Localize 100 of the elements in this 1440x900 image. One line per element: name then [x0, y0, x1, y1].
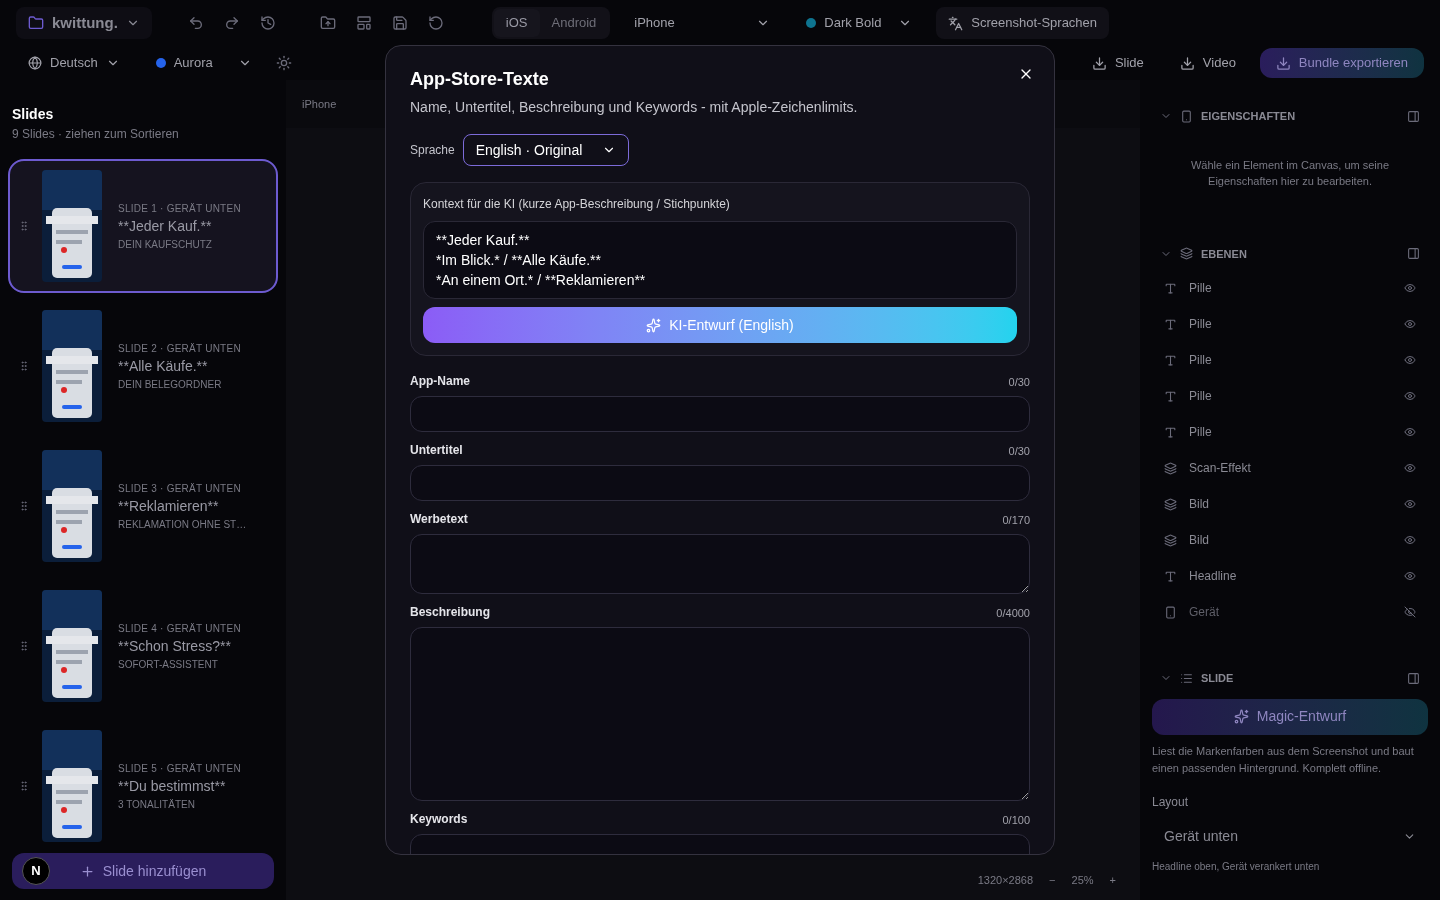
- section-title: EBENEN: [1201, 246, 1247, 262]
- eye-icon[interactable]: [1404, 354, 1416, 366]
- slide-title: **Jeder Kauf.**: [118, 216, 213, 236]
- panel-icon: [1407, 247, 1420, 261]
- platform-tab[interactable]: iOS: [493, 9, 540, 37]
- canvas-size: 1320×2868: [977, 872, 1034, 888]
- slide-meta: SLIDE 3 · GERÄT UNTEN: [118, 481, 242, 496]
- context-text-area[interactable]: **Jeder Kauf.** *Im Blick.* / **Alle Käufe.** *An einem Ort.* / **Reklamieren**: [423, 221, 1017, 299]
- languages-button[interactable]: Screenshot-Sprachen: [936, 7, 1110, 39]
- eye-icon[interactable]: [1404, 282, 1416, 294]
- undo-icon[interactable]: [187, 15, 204, 31]
- layout-select[interactable]: Gerät unten: [1152, 818, 1428, 855]
- bundle-export-button[interactable]: Bundle exportieren: [1259, 48, 1424, 78]
- magic-button[interactable]: Magic-Entwurf: [1152, 698, 1428, 735]
- slide-item[interactable]: SLIDE 1 · GERÄT UNTEN **Jeder Kauf.** DEIN KAUFSCHUTZ: [8, 159, 278, 293]
- layers-icon: [1180, 247, 1193, 261]
- text-icon: [1164, 389, 1177, 403]
- character-count: 0/30: [1008, 374, 1030, 390]
- slide-title: **Du bestimmst**: [118, 776, 227, 796]
- panel-icon: [1407, 109, 1420, 123]
- zoom-out-button[interactable]: −: [1049, 871, 1056, 889]
- context-label: Kontext für die KI (kurze App-Beschreibung / Stichpunkte): [423, 196, 731, 213]
- slide-meta: SLIDE 5 · GERÄT UNTEN: [118, 761, 241, 776]
- layer-label: Pille: [1189, 316, 1212, 333]
- slide-item[interactable]: SLIDE 4 · GERÄT UNTEN **Schon Stress?** SOFORT-ASSISTENT: [8, 579, 278, 713]
- device-label: iPhone: [302, 96, 337, 112]
- translate-icon: [948, 15, 964, 31]
- layer-item[interactable]: Pille: [1152, 270, 1428, 306]
- layer-item[interactable]: Pille: [1152, 378, 1428, 414]
- eye-icon[interactable]: [1404, 498, 1416, 510]
- theme-select[interactable]: Dark Bold: [794, 7, 925, 39]
- slide-caption: DEIN BELEGORDNER: [118, 377, 223, 392]
- character-count: 0/4000: [996, 605, 1030, 621]
- sidebar-title: Slides: [11, 105, 55, 124]
- slide-caption: DEIN KAUFSCHUTZ: [118, 237, 213, 252]
- text-icon: [1164, 569, 1177, 583]
- layer-label: Pille: [1189, 424, 1212, 441]
- layer-item[interactable]: Pille: [1152, 414, 1428, 450]
- history-icon[interactable]: [259, 15, 276, 31]
- layer-item[interactable]: Bild: [1152, 522, 1428, 558]
- device-select[interactable]: iPhone: [622, 7, 783, 39]
- section-title: EIGENSCHAFTEN: [1201, 109, 1296, 124]
- sun-icon[interactable]: [275, 55, 292, 71]
- reset-icon[interactable]: [427, 15, 444, 31]
- layer-item[interactable]: Pille: [1152, 306, 1428, 342]
- eye-icon[interactable]: [1404, 462, 1416, 474]
- drag-handle-icon[interactable]: [18, 360, 30, 372]
- eye-icon[interactable]: [1404, 426, 1416, 438]
- layer-item[interactable]: Scan-Effekt: [1152, 450, 1428, 486]
- globe-icon: [28, 56, 42, 70]
- eye-icon[interactable]: [1404, 318, 1416, 330]
- drag-handle-icon[interactable]: [18, 780, 30, 792]
- save-icon[interactable]: [391, 15, 408, 31]
- plus-icon: [79, 863, 95, 879]
- field-label: Beschreibung: [410, 604, 490, 621]
- field-label: Keywords: [410, 811, 468, 828]
- layer-item[interactable]: Gerät: [1152, 594, 1428, 630]
- panel-icon: [1407, 671, 1420, 685]
- sidebar-subtitle: 9 Slides · ziehen zum Sortieren: [11, 126, 180, 143]
- eye-icon[interactable]: [1404, 570, 1416, 582]
- folder-icon[interactable]: [319, 15, 336, 31]
- redo-icon[interactable]: [223, 15, 240, 31]
- text-field[interactable]: [410, 396, 1030, 432]
- export-button[interactable]: Slide: [1079, 47, 1156, 79]
- eye-icon[interactable]: [1404, 390, 1416, 402]
- language-select[interactable]: English · Original: [462, 134, 630, 166]
- layer-label: Scan-Effekt: [1189, 460, 1251, 477]
- language-select[interactable]: Deutsch: [16, 47, 132, 79]
- drag-handle-icon[interactable]: [18, 640, 30, 652]
- phone-icon: [1180, 109, 1193, 123]
- slide-item[interactable]: SLIDE 3 · GERÄT UNTEN **Reklamieren** REKLAMATION OHNE ST…: [8, 439, 278, 573]
- export-button[interactable]: Video: [1167, 47, 1248, 79]
- language-label: Sprache: [410, 142, 455, 159]
- download-icon: [1091, 55, 1107, 71]
- zoom-in-button[interactable]: +: [1109, 871, 1116, 889]
- slide-item[interactable]: SLIDE 5 · GERÄT UNTEN **Du bestimmst** 3 TONALITÄTEN: [8, 719, 278, 853]
- platform-tab[interactable]: Android: [539, 9, 609, 37]
- layer-label: Pille: [1189, 280, 1212, 297]
- layer-item[interactable]: Headline: [1152, 558, 1428, 594]
- text-field[interactable]: [410, 465, 1030, 501]
- layer-label: Headline: [1189, 568, 1237, 585]
- eye-off-icon[interactable]: [1404, 606, 1416, 618]
- text-icon: [1164, 425, 1177, 439]
- list-icon: [1180, 671, 1193, 685]
- palette-select[interactable]: Aurora: [143, 47, 264, 79]
- layer-item[interactable]: Pille: [1152, 342, 1428, 378]
- slide-item[interactable]: SLIDE 2 · GERÄT UNTEN **Alle Käufe.** DEIN BELEGORDNER: [8, 299, 278, 433]
- text-icon: [1164, 317, 1177, 331]
- slide-caption: REKLAMATION OHNE ST…: [118, 517, 247, 532]
- field-label: App-Name: [410, 373, 470, 390]
- character-count: 0/30: [1008, 443, 1030, 459]
- slide-meta: SLIDE 2 · GERÄT UNTEN: [118, 341, 241, 356]
- layout-icon[interactable]: [355, 15, 372, 31]
- project-button[interactable]: kwittung.: [16, 7, 152, 39]
- drag-handle-icon[interactable]: [18, 220, 30, 232]
- drag-handle-icon[interactable]: [18, 500, 30, 512]
- layout-label: Layout: [1152, 793, 1190, 811]
- layers-icon: [1164, 461, 1177, 475]
- layer-item[interactable]: Bild: [1152, 486, 1428, 522]
- eye-icon[interactable]: [1404, 534, 1416, 546]
